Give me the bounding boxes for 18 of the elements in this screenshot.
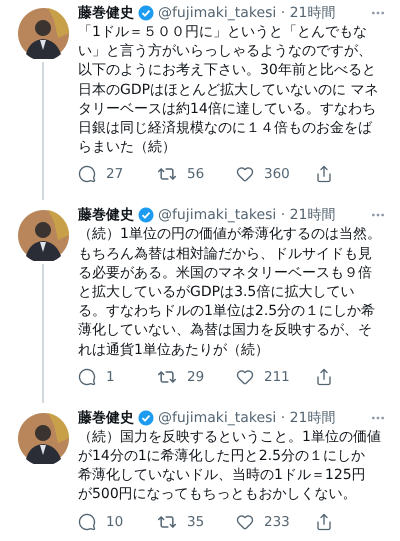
tweet-meta: @fujimaki_takesi · 21時間 <box>158 4 336 22</box>
author-name[interactable]: 藤巻健史 <box>78 408 134 427</box>
reply-button[interactable]: 27 <box>78 164 124 184</box>
reply-button[interactable]: 1 <box>78 366 115 387</box>
tweet-meta: @fujimaki_takesi · 21時間 <box>158 206 336 224</box>
tweet-meta: @fujimaki_takesi · 21時間 <box>158 408 336 427</box>
like-button[interactable]: 233 <box>236 512 290 532</box>
reply-button[interactable]: 10 <box>78 512 124 532</box>
retweet-button[interactable]: 56 <box>157 164 204 184</box>
like-button[interactable]: 211 <box>236 366 290 387</box>
author-name[interactable]: 藤巻健史 <box>78 4 134 22</box>
retweet-button[interactable]: 35 <box>157 512 204 532</box>
tweet-text: （続）国力を反映するということ。1単位の価値 が14分の1に希薄化した円と2.5分の１にしか 希薄化していないドル、当時の1ドル＝125円 が500円になってもちっともおかしくない。 <box>78 428 382 504</box>
retweet-button[interactable]: 29 <box>157 366 204 387</box>
tweet-text: 「1ドル＝５００円に」というと「とんでもな い」と言う方がいらっしゃるようなのですが、 以下のようにお考え下さい。30年前と比べると 日本のGDPはほとんど拡大していないのに マネ タリーベースは約14倍に達している。すなわち 日銀は同じ経済規模なのに１４倍ものお金をば らまいた（続） <box>78 23 380 158</box>
tweet-text: （続）1単位の円の価値が希薄化するのは当然。 もちろん為替は相対論だから、ドルサイドも見 る必要がある。米国のマネタリーベースも９倍 と拡大しているがGDPは3.5倍に拡大してい る。すなわちドルの1単位は2.5分の１にしか希 薄化していない、為替は国力を反映するが、そ れは通貨1単位あたりが（続） <box>78 225 382 360</box>
like-button[interactable]: 360 <box>236 164 290 184</box>
author-name[interactable]: 藤巻健史 <box>78 206 134 224</box>
